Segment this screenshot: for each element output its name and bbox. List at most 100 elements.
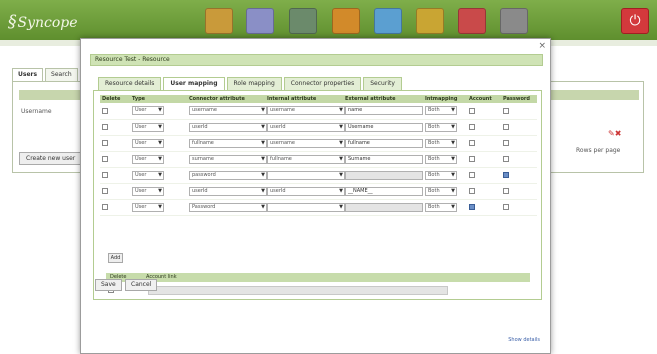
external-attribute-input[interactable]: fullname bbox=[345, 138, 423, 148]
internal-attribute-select[interactable]: userId ▼ bbox=[267, 122, 345, 132]
intmapping-select[interactable]: Both ▼ bbox=[425, 106, 457, 116]
external-attribute-input[interactable] bbox=[345, 202, 423, 212]
account-checkbox[interactable] bbox=[469, 204, 475, 210]
save-button[interactable]: Save bbox=[95, 279, 122, 291]
create-user-button[interactable]: Create new user bbox=[19, 152, 83, 165]
type-select[interactable]: User ▼ bbox=[132, 202, 164, 212]
password-checkbox[interactable] bbox=[503, 156, 509, 162]
tab-security[interactable]: Security bbox=[363, 77, 402, 90]
type-select[interactable]: User ▼ bbox=[132, 186, 164, 196]
delete-checkbox[interactable] bbox=[102, 172, 108, 178]
type-cell: User ▼ bbox=[130, 119, 187, 136]
external-cell: Surname bbox=[343, 151, 423, 168]
external-attribute-input[interactable]: __NAME__ bbox=[345, 186, 423, 196]
tab-user-mapping[interactable]: User mapping bbox=[163, 77, 225, 90]
show-details-link[interactable]: Show details bbox=[508, 337, 540, 343]
account-checkbox[interactable] bbox=[469, 172, 475, 178]
internal-value: username bbox=[270, 107, 295, 114]
connector-attribute-select[interactable]: fullname ▼ bbox=[189, 138, 267, 148]
account-checkbox[interactable] bbox=[469, 140, 475, 146]
connector-attribute-select[interactable]: userId ▼ bbox=[189, 186, 267, 196]
connector-value: userId bbox=[192, 123, 208, 130]
account-checkbox[interactable] bbox=[469, 156, 475, 162]
internal-attribute-select[interactable]: username ▼ bbox=[267, 106, 345, 116]
intmapping-select[interactable]: Both ▼ bbox=[425, 154, 457, 164]
password-checkbox[interactable] bbox=[503, 107, 509, 114]
password-checkbox[interactable] bbox=[503, 188, 509, 194]
external-cell: fullname bbox=[343, 135, 423, 152]
delete-checkbox[interactable] bbox=[102, 107, 108, 114]
close-icon[interactable]: × bbox=[538, 41, 546, 51]
intmapping-select[interactable]: Both ▼ bbox=[425, 170, 457, 180]
internal-attribute-select[interactable]: fullname ▼ bbox=[267, 154, 345, 164]
password-checkbox[interactable] bbox=[503, 204, 509, 210]
rows-per-page[interactable]: Rows per page bbox=[576, 147, 620, 154]
resources-icon[interactable] bbox=[332, 8, 360, 34]
connector-attribute-select[interactable]: userId ▼ bbox=[189, 122, 267, 132]
connector-attribute-select[interactable]: password ▼ bbox=[189, 170, 267, 180]
mapping-table: Delete Type Connector attribute Internal… bbox=[100, 95, 537, 216]
delete-checkbox[interactable] bbox=[102, 140, 108, 146]
roles-icon[interactable] bbox=[289, 8, 317, 34]
configuration-icon[interactable] bbox=[205, 8, 233, 34]
col-external-attribute: External attribute bbox=[343, 95, 423, 103]
type-select[interactable]: User ▼ bbox=[132, 122, 164, 132]
external-attribute-input[interactable]: Username bbox=[345, 122, 423, 132]
intmapping-select[interactable]: Both ▼ bbox=[425, 138, 457, 148]
delete-checkbox[interactable] bbox=[102, 188, 108, 194]
tab-resource-details[interactable]: Resource details bbox=[98, 77, 162, 90]
internal-cell: fullname ▼ bbox=[265, 151, 345, 168]
internal-value: userId bbox=[270, 187, 286, 194]
cancel-button[interactable]: Cancel bbox=[125, 279, 158, 291]
type-select[interactable]: User ▼ bbox=[132, 170, 164, 180]
internal-cell: userId ▼ bbox=[265, 119, 345, 136]
connector-attribute-select[interactable]: Password ▼ bbox=[189, 202, 267, 212]
tab-role-mapping[interactable]: Role mapping bbox=[226, 77, 282, 90]
password-checkbox[interactable] bbox=[503, 172, 509, 178]
account-checkbox[interactable] bbox=[469, 124, 475, 130]
account-cell bbox=[467, 151, 501, 168]
chevron-down-icon: ▼ bbox=[261, 203, 265, 210]
tasks-icon[interactable] bbox=[500, 8, 528, 34]
connector-attribute-select[interactable]: surname ▼ bbox=[189, 154, 267, 164]
delete-checkbox[interactable] bbox=[102, 156, 108, 162]
intmapping-select[interactable]: Both ▼ bbox=[425, 122, 457, 132]
chevron-down-icon: ▼ bbox=[451, 123, 455, 130]
tab-search[interactable]: Search bbox=[45, 68, 78, 81]
type-select[interactable]: User ▼ bbox=[132, 138, 164, 148]
schema-icon[interactable] bbox=[416, 8, 444, 34]
add-mapping-button[interactable]: Add bbox=[108, 253, 123, 263]
users-icon[interactable] bbox=[246, 8, 274, 34]
account-link-input[interactable] bbox=[148, 286, 448, 295]
internal-cell: ▼ bbox=[265, 199, 345, 216]
account-checkbox[interactable] bbox=[469, 107, 475, 114]
intmapping-select[interactable]: Both ▼ bbox=[425, 202, 457, 212]
reports-icon[interactable] bbox=[458, 8, 486, 34]
internal-attribute-select[interactable]: ▼ bbox=[267, 170, 345, 180]
password-checkbox[interactable] bbox=[503, 124, 509, 130]
tab-users[interactable]: Users bbox=[12, 68, 44, 81]
account-cell bbox=[467, 199, 501, 216]
external-attribute-input[interactable]: Surname bbox=[345, 154, 423, 164]
mapping-row: User ▼ surname ▼ fullname ▼ Surname Both ▼ bbox=[100, 151, 537, 168]
external-attribute-input[interactable] bbox=[345, 170, 423, 180]
tab-connector-properties[interactable]: Connector properties bbox=[283, 77, 362, 90]
type-select[interactable]: User ▼ bbox=[132, 154, 164, 164]
external-attribute-input[interactable]: name bbox=[345, 106, 423, 116]
delete-cell bbox=[100, 199, 130, 216]
password-checkbox[interactable] bbox=[503, 140, 509, 146]
delete-checkbox[interactable] bbox=[102, 204, 108, 210]
connector-attribute-select[interactable]: username ▼ bbox=[189, 106, 267, 116]
connectors-icon[interactable] bbox=[374, 8, 402, 34]
internal-attribute-select[interactable]: username ▼ bbox=[267, 138, 345, 148]
type-select[interactable]: User ▼ bbox=[132, 106, 164, 116]
delete-checkbox[interactable] bbox=[102, 124, 108, 130]
intmapping-select[interactable]: Both ▼ bbox=[425, 186, 457, 196]
password-cell bbox=[501, 167, 537, 184]
internal-attribute-select[interactable]: ▼ bbox=[267, 202, 345, 212]
account-checkbox[interactable] bbox=[469, 188, 475, 194]
internal-attribute-select[interactable]: userId ▼ bbox=[267, 186, 345, 196]
power-icon[interactable]: ⏻ bbox=[621, 8, 649, 34]
internal-cell: ▼ bbox=[265, 167, 345, 184]
row-action-icons[interactable]: ✎✖ bbox=[608, 129, 621, 138]
